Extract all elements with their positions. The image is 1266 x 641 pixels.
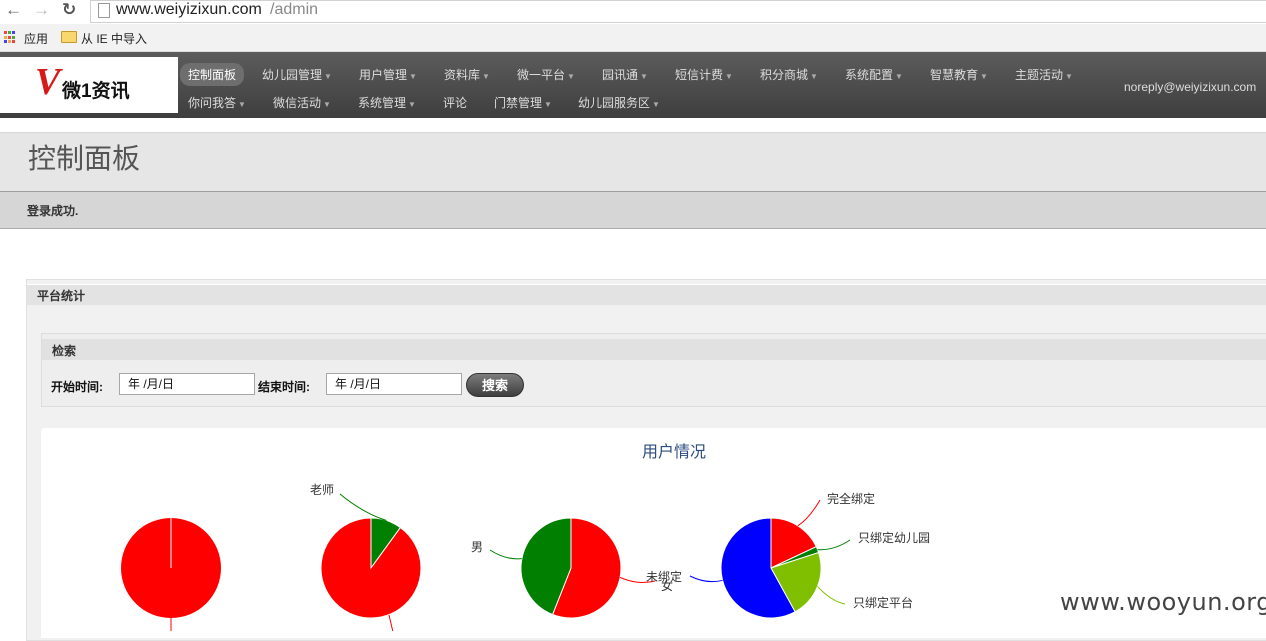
pie-slice-label: 未绑定 [646, 569, 682, 584]
logo-text: 微1资讯 [62, 81, 130, 102]
message-band [0, 191, 1266, 229]
menu-item-r1-2[interactable]: 用户管理 ▼ [359, 66, 417, 83]
pie-slice-label: 只绑定幼儿园 [858, 530, 930, 545]
menu-item-r2-1[interactable]: 微信活动 ▼ [273, 94, 331, 111]
back-button[interactable]: ← [5, 1, 22, 19]
platform-stats-title: 平台统计 [37, 289, 86, 303]
menu-item-label: 积分商城 [760, 68, 809, 82]
caret-down-icon: ▼ [652, 100, 660, 109]
pie-label-line [689, 575, 723, 583]
pie-label-line [388, 614, 394, 631]
end-date-input[interactable]: 年 /月/日 [326, 373, 462, 395]
menu-item-label: 评论 [443, 96, 468, 110]
bookmark-apps[interactable]: 应用 [24, 30, 48, 47]
menu-item-r2-5[interactable]: 幼儿园服务区 ▼ [578, 94, 660, 111]
menu-item-r1-10[interactable]: 主题活动 ▼ [1015, 66, 1073, 83]
watermark: www.wooyun.org [1060, 588, 1266, 616]
pie-label-line [797, 499, 821, 527]
caret-down-icon: ▼ [895, 72, 903, 81]
pie-label-line [817, 539, 851, 551]
menu-item-r2-4[interactable]: 门禁管理 ▼ [494, 94, 552, 111]
caret-down-icon: ▼ [640, 72, 648, 81]
apps-icon[interactable] [4, 31, 17, 44]
menu-item-r1-8[interactable]: 系统配置 ▼ [845, 66, 903, 83]
menu-item-r1-0[interactable]: 控制面板 [180, 63, 245, 86]
menu-item-label: 资料库 [444, 68, 481, 82]
caret-down-icon: ▼ [482, 72, 490, 81]
pie-label-line [817, 586, 846, 605]
page-icon [98, 3, 110, 18]
search-button[interactable]: 搜索 [466, 373, 524, 397]
caret-down-icon: ▼ [810, 72, 818, 81]
caret-down-icon: ▼ [567, 72, 575, 81]
start-date-input[interactable]: 年 /月/日 [119, 373, 255, 395]
login-success-message: 登录成功. [27, 204, 79, 218]
menu-item-r2-3[interactable]: 评论 [443, 94, 467, 111]
menu-item-label: 微信活动 [273, 96, 322, 110]
pie-slice-label: 完全绑定 [827, 491, 875, 506]
pie-label-line [339, 493, 387, 521]
menu-item-label: 你问我答 [188, 96, 237, 110]
pie-slice-label: 男 [471, 540, 483, 554]
menu-item-label: 智慧教育 [930, 68, 979, 82]
menu-item-r1-3[interactable]: 资料库 ▼ [444, 66, 490, 83]
caret-down-icon: ▼ [323, 100, 331, 109]
caret-down-icon: ▼ [324, 72, 332, 81]
start-time-label: 开始时间: [51, 380, 103, 394]
menu-item-label: 微一平台 [517, 68, 566, 82]
logo-mark: V [35, 61, 61, 103]
menu-item-label: 短信计费 [675, 68, 724, 82]
menu-item-r1-7[interactable]: 积分商城 ▼ [760, 66, 818, 83]
menu-item-label: 系统管理 [358, 96, 407, 110]
menu-item-r2-0[interactable]: 你问我答 ▼ [188, 94, 246, 111]
forward-button[interactable]: → [33, 1, 50, 19]
pie-slice-label: 老师 [310, 483, 334, 497]
caret-down-icon: ▼ [409, 72, 417, 81]
menu-item-r2-2[interactable]: 系统管理 ▼ [358, 94, 416, 111]
menu-item-label: 用户管理 [359, 68, 408, 82]
page-title: 控制面板 [28, 142, 141, 175]
caret-down-icon: ▼ [544, 100, 552, 109]
bookmarks-bar [0, 24, 1266, 52]
menu-item-label: 控制面板 [188, 68, 237, 82]
pie-1-slice-1 [320, 517, 422, 619]
search-title: 检索 [52, 344, 77, 358]
pie-slice-label: 只绑定平台 [853, 595, 913, 610]
pie-label-line [489, 549, 522, 560]
end-time-label: 结束时间: [258, 380, 310, 394]
menu-item-label: 主题活动 [1015, 68, 1064, 82]
menu-item-r1-1[interactable]: 幼儿园管理 ▼ [262, 66, 332, 83]
menu-item-label: 幼儿园管理 [262, 68, 323, 82]
menu-item-r1-9[interactable]: 智慧教育 ▼ [930, 66, 988, 83]
address-bar[interactable] [90, 0, 1266, 23]
caret-down-icon: ▼ [980, 72, 988, 81]
caret-down-icon: ▼ [238, 100, 246, 109]
search-header [42, 339, 1266, 360]
caret-down-icon: ▼ [725, 72, 733, 81]
caret-down-icon: ▼ [408, 100, 416, 109]
menu-item-r1-6[interactable]: 短信计费 ▼ [675, 66, 733, 83]
folder-icon [61, 31, 77, 43]
menu-item-r1-4[interactable]: 微一平台 ▼ [517, 66, 575, 83]
url-path: /admin [270, 1, 319, 18]
caret-down-icon: ▼ [1065, 72, 1073, 81]
menu-item-label: 门禁管理 [494, 96, 543, 110]
menu-item-label: 园讯通 [602, 68, 639, 82]
menu-item-r1-5[interactable]: 园讯通 ▼ [602, 66, 648, 83]
url-host: www.weiyizixun.com [116, 1, 262, 18]
user-email[interactable]: noreply@weiyizixun.com [1124, 80, 1256, 94]
title-band [0, 132, 1266, 191]
reload-button[interactable]: ↻ [62, 1, 76, 19]
menu-item-label: 系统配置 [845, 68, 894, 82]
platform-stats-header [27, 284, 1266, 305]
bookmark-import-ie[interactable]: 从 IE 中导入 [81, 30, 147, 47]
menu-item-label: 幼儿园服务区 [578, 96, 651, 110]
